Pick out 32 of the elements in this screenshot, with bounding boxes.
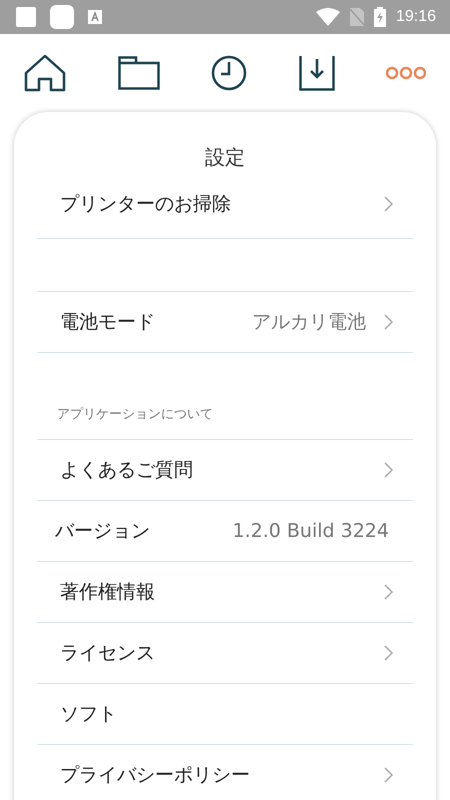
row-label: よくあるご質問 [60, 458, 194, 483]
clock-time: 19:16 [396, 8, 436, 26]
battery-charging-icon [374, 7, 386, 27]
settings-row[interactable]: バージョン 1.2.0 Build 3224 [37, 501, 413, 562]
row-label: ライセンス [60, 641, 156, 666]
no-sim-icon [350, 8, 364, 26]
settings-row[interactable]: よくあるご質問 [37, 440, 413, 501]
notification-icon [50, 5, 74, 29]
page-title: 設定 [204, 144, 246, 170]
row-value: アルカリ電池 [252, 310, 366, 335]
row-label: プライバシーポリシー [60, 763, 251, 788]
settings-row[interactable]: プライバシーポリシー [37, 745, 413, 800]
settings-row[interactable]: プリンターのお掃除 [37, 170, 413, 239]
row-label: 著作権情報 [60, 580, 156, 605]
row-label: ソフト [60, 702, 118, 727]
notification-icon [16, 7, 36, 27]
clock-icon[interactable] [211, 55, 247, 91]
settings-row[interactable]: ソフト [37, 684, 413, 745]
keyboard-icon [88, 10, 102, 24]
settings-row[interactable]: 著作権情報 [37, 562, 413, 623]
home-icon[interactable] [24, 54, 66, 92]
row-label: プリンターのお掃除 [60, 192, 232, 217]
settings-row[interactable]: 電池モード アルカリ電池 [37, 292, 413, 353]
wifi-icon [316, 8, 340, 26]
section-header: アプリケーションについて [37, 353, 413, 440]
row-label: 電池モード [60, 310, 156, 335]
row-label: バージョン [55, 519, 151, 544]
download-icon[interactable] [298, 55, 334, 91]
row-value: 1.2.0 Build 3224 [232, 520, 389, 542]
more-icon[interactable] [386, 66, 426, 80]
settings-row[interactable]: ライセンス [37, 623, 413, 684]
folder-icon[interactable] [118, 56, 160, 90]
